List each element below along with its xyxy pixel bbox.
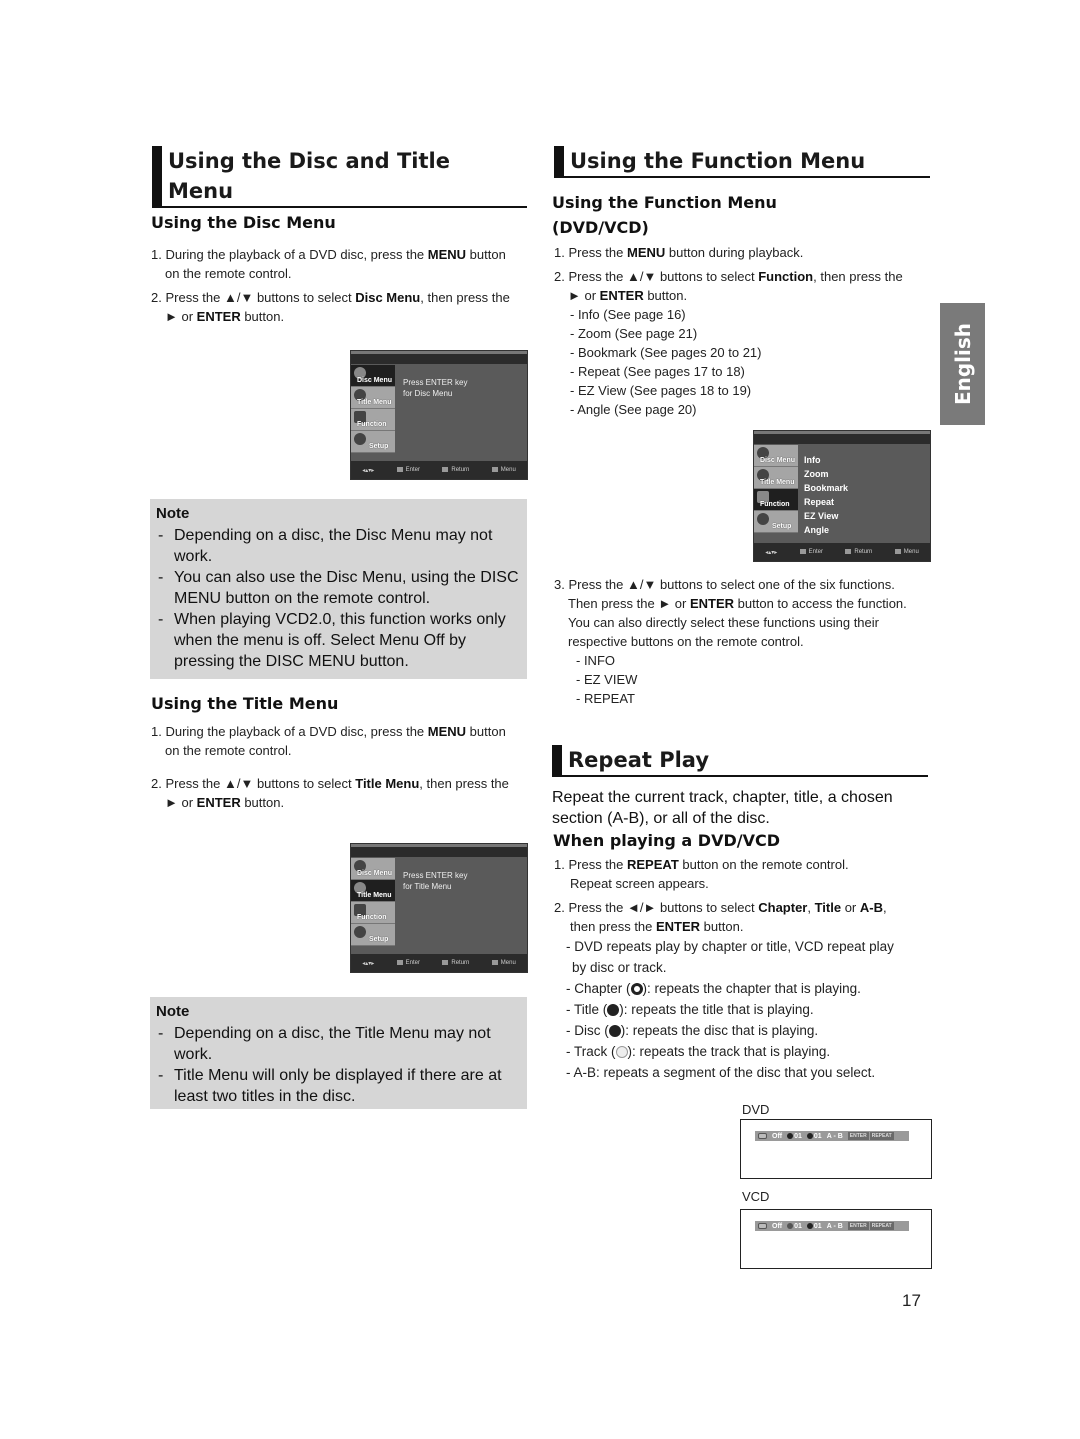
function-list-item: - Info (See page 16) [570,307,686,322]
osd-tab-setup: Setup [351,431,395,453]
note-item: - Depending on a disc, the Title Menu may… [158,1025,491,1063]
track-repeat-icon [615,1046,628,1058]
step-item: 1. Press the MENU button during playback… [554,245,804,260]
osd-tab-function: Function [351,902,395,924]
remote-button-item: - INFO [576,653,615,668]
osd-tab-title-menu: Title Menu [351,880,395,902]
repeat-detail: - Title (): repeats the title that is pl… [566,1002,814,1017]
osd-tab-function: Function [351,409,395,431]
remote-button-item: - EZ VIEW [576,672,638,687]
title-menu-steps: 1. During the playback of a DVD disc, pr… [151,722,531,817]
disc-icon [787,1222,794,1229]
osd-function-item: Info [804,455,821,465]
section-title-disc-title-menu: Using the Disc and Title Menu [152,146,527,208]
note-item: - When playing VCD2.0, this function work… [158,611,506,670]
osd-tab-disc-menu: Disc Menu [351,365,395,387]
disc-repeat-icon [608,1025,621,1037]
enter-key-label: ENTER [847,1132,869,1140]
function-list-item: - Zoom (See page 21) [570,326,698,341]
step-item: 1. During the playback of a DVD disc, pr… [151,724,506,758]
track-icon [806,1222,813,1229]
remote-button-item: - REPEAT [576,691,635,706]
repeat-mode-icon [758,1133,767,1139]
function-list-item: - Bookmark (See pages 20 to 21) [570,345,762,360]
step-item: 2. Press the ▲/▼ buttons to select Title… [151,776,509,810]
language-tab: English [940,303,985,425]
function-list-item: - EZ View (See pages 18 to 19) [570,383,752,398]
title-menu-heading: Using the Title Menu [151,694,339,713]
gear-icon [354,433,366,445]
osd-tab-title-menu: Title Menu [351,387,395,409]
disc-menu-steps: 1. During the playback of a DVD disc, pr… [151,245,531,331]
enter-key-label: ENTER [847,1222,869,1230]
osd-function-item: Zoom [804,469,829,479]
title-repeat-icon [607,1004,620,1016]
repeat-detail: - A-B: repeats a segment of the disc tha… [566,1065,876,1080]
function-list-item: - Angle (See page 20) [570,402,697,417]
dvd-screen-label: DVD [742,1102,770,1117]
chapter-icon [787,1132,794,1139]
osd-tab-disc-menu: Disc Menu [754,445,798,467]
osd-function-item: Repeat [804,497,835,507]
gear-icon [757,513,769,525]
osd-function-list: Info Zoom Bookmark Repeat EZ View Angle [804,453,848,537]
dvd-repeat-screen: Off 01 01 A - B ENTER REPEAT [740,1119,932,1179]
osd-function-item: Bookmark [804,483,849,493]
repeat-detail: - Track (): repeats the track that is pl… [566,1044,831,1059]
step-item: 1. During the playback of a DVD disc, pr… [151,247,506,281]
repeat-detail: - DVD repeats play by chapter or title, … [566,939,894,975]
function-menu-steps: 1. Press the MENU button during playback… [554,243,934,424]
step-item: 2. Press the ◄/► buttons to select Chapt… [554,898,934,1083]
title-menu-note: Note - Depending on a disc, the Title Men… [150,997,527,1109]
function-menu-step3: 3. Press the ▲/▼ buttons to select one o… [554,575,934,713]
gear-icon [354,926,366,938]
note-item: - You can also use the Disc Menu, using t… [158,569,519,607]
osd-tab-title-menu: Title Menu [754,467,798,489]
osd-message: Press ENTER key for Disc Menu [403,378,468,398]
repeat-key-label: REPEAT [869,1222,894,1230]
repeat-bar: Off 01 01 A - B ENTER REPEAT [755,1131,909,1141]
vcd-screen-label: VCD [742,1189,770,1204]
osd-footer: ◂▴▾▸ Enter Return Menu [754,543,930,561]
navigation-arrows-icon: ◂▴▾▸ [362,467,375,474]
section-title-function-menu: Using the Function Menu [554,146,930,178]
disc-menu-note: Note - Depending on a disc, the Disc Menu… [150,499,527,679]
note-item: - Depending on a disc, the Disc Menu may … [158,527,493,565]
repeat-mode-icon [758,1223,767,1229]
step-item: 2. Press the ▲/▼ buttons to select Disc … [151,290,510,324]
repeat-key-label: REPEAT [869,1132,894,1140]
chapter-repeat-icon [630,983,643,995]
disc-menu-heading: Using the Disc Menu [151,213,336,232]
osd-footer: ◂▴▾▸ Enter Return Menu [351,461,527,479]
step-item: 2. Press the ▲/▼ buttons to select Funct… [554,267,934,419]
step-item: 1. Press the REPEAT button on the remote… [554,857,849,891]
repeat-steps: 1. Press the REPEAT button on the remote… [554,855,934,1088]
function-menu-screen: Disc Menu Title Menu Function Setup Info… [753,430,931,562]
repeat-heading: When playing a DVD/VCD [553,831,780,850]
navigation-arrows-icon: ◂▴▾▸ [362,960,375,967]
note-item: - Title Menu will only be displayed if th… [158,1067,502,1105]
osd-tab-function: Function [754,489,798,511]
osd-footer: ◂▴▾▸ Enter Return Menu [351,954,527,972]
title-icon [806,1132,813,1139]
repeat-intro: Repeat the current track, chapter, title… [552,789,893,827]
osd-function-item: Angle [804,525,830,535]
repeat-detail: - Chapter (): repeats the chapter that i… [566,981,861,996]
repeat-detail: - Disc (): repeats the disc that is play… [566,1023,819,1038]
function-menu-heading: Using the Function Menu (DVD/VCD) [552,193,777,237]
section-title-repeat-play: Repeat Play [552,745,928,777]
repeat-bar: Off 01 01 A - B ENTER REPEAT [755,1221,909,1231]
disc-menu-screen: Disc Menu Title Menu Function Setup Pres… [350,350,528,480]
osd-message: Press ENTER key for Title Menu [403,871,468,891]
osd-tab-setup: Setup [351,924,395,946]
navigation-arrows-icon: ◂▴▾▸ [765,549,778,556]
osd-tab-disc-menu: Disc Menu [351,858,395,880]
title-menu-screen: Disc Menu Title Menu Function Setup Pres… [350,843,528,973]
function-list-item: - Repeat (See pages 17 to 18) [570,364,745,379]
page-number: 17 [902,1291,921,1310]
vcd-repeat-screen: Off 01 01 A - B ENTER REPEAT [740,1209,932,1269]
osd-function-item: EZ View [804,511,839,521]
osd-tab-setup: Setup [754,511,798,533]
